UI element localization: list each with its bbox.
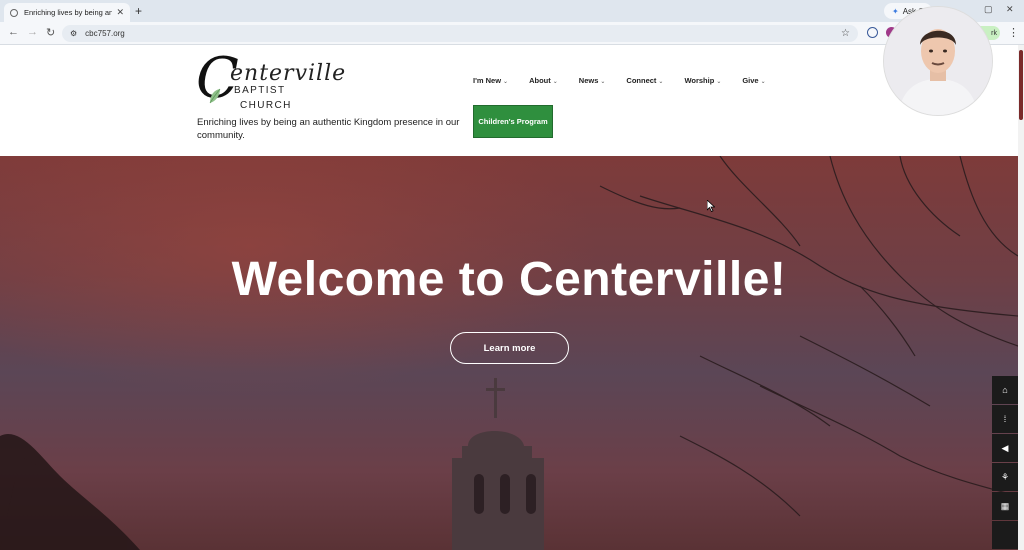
site-info-icon[interactable]: ⚙ <box>70 29 77 38</box>
megaphone-icon[interactable]: ◀ <box>992 434 1018 462</box>
nav-label: Worship <box>684 76 715 85</box>
chevron-down-icon: ⌄ <box>600 79 606 85</box>
calendar-icon[interactable]: ▦ <box>992 492 1018 520</box>
chevron-down-icon: ⌄ <box>552 79 558 85</box>
page-scrollbar[interactable] <box>1018 45 1024 550</box>
nav-label: Give <box>742 76 759 85</box>
site-tagline: Enriching lives by being an authentic Ki… <box>197 117 460 141</box>
hero-title: Welcome to Centerville! <box>231 253 787 306</box>
nav-item-worship[interactable]: Worship ⌄ <box>684 76 721 85</box>
childrens-program-button[interactable]: Children's Program <box>473 105 553 138</box>
bookmark-star-icon[interactable]: ☆ <box>841 28 850 39</box>
webcam-overlay <box>884 7 992 115</box>
nav-item-give[interactable]: Give ⌄ <box>742 76 765 85</box>
browser-tab-bar: Enriching lives by being an au... ✕ + ✦ … <box>0 0 1024 22</box>
url-text: cbc757.org <box>85 29 125 38</box>
chevron-down-icon: ⌄ <box>658 79 664 85</box>
chevron-down-icon: ⌄ <box>503 79 509 85</box>
nav-item-about[interactable]: About ⌄ <box>529 76 558 85</box>
close-window-icon[interactable]: ✕ <box>1006 4 1014 15</box>
chevron-down-icon: ⌄ <box>760 79 766 85</box>
nav-item-news[interactable]: News ⌄ <box>579 76 606 85</box>
nav-label: News <box>578 76 599 85</box>
address-bar[interactable]: ⚙ cbc757.org ☆ <box>62 25 858 42</box>
hands-icon[interactable]: ⚘ <box>992 463 1018 491</box>
browser-tab[interactable]: Enriching lives by being an au... ✕ <box>4 3 130 22</box>
scrollbar-thumb[interactable] <box>1019 50 1023 120</box>
extension-password-icon[interactable] <box>867 27 878 38</box>
mouse-cursor-icon <box>707 200 715 212</box>
quick-links-sidebar: ⌂ ⁞ ◀ ⚘ ▦ <box>992 376 1018 550</box>
logo-baptist-text: BAPTIST <box>234 85 286 96</box>
site-logo[interactable]: C enterville BAPTIST CHURCH <box>196 51 376 117</box>
main-nav: I'm New ⌄ About ⌄ News ⌄ Connect ⌄ Worship ⌄ … <box>473 76 766 85</box>
learn-more-button[interactable]: Learn more <box>450 332 569 364</box>
sidebar-extra-button[interactable] <box>992 521 1018 549</box>
site-favicon-icon <box>10 8 18 17</box>
tab-close-icon[interactable]: ✕ <box>116 7 124 18</box>
browser-toolbar: ← → ↻ ⚙ cbc757.org ☆ rk ⋮ <box>0 22 1024 45</box>
work-label: rk <box>991 29 997 37</box>
sparkle-icon: ✦ <box>892 6 899 16</box>
logo-church-text: CHURCH <box>240 100 292 111</box>
reload-icon[interactable]: ↻ <box>46 26 55 39</box>
browser-menu-icon[interactable]: ⋮ <box>1008 26 1019 39</box>
forward-arrow-icon[interactable]: → <box>27 26 38 38</box>
tab-title: Enriching lives by being an au... <box>24 8 113 17</box>
leaf-icon <box>209 88 221 104</box>
site-header: C enterville BAPTIST CHURCH Enriching li… <box>0 45 1018 156</box>
hero-section: Welcome to Centerville! Learn more <box>0 156 1018 550</box>
nav-label: I'm New <box>473 76 502 85</box>
person-avatar-icon <box>884 7 992 115</box>
nav-item-im-new[interactable]: I'm New ⌄ <box>473 76 508 85</box>
chevron-down-icon: ⌄ <box>716 79 722 85</box>
restore-window-icon[interactable]: ▢ <box>984 4 993 15</box>
nav-item-connect[interactable]: Connect ⌄ <box>626 76 663 85</box>
new-tab-button[interactable]: + <box>135 4 142 18</box>
footprints-icon[interactable]: ⁞ <box>992 405 1018 433</box>
nav-label: Connect <box>626 76 657 85</box>
home-icon[interactable]: ⌂ <box>992 376 1018 404</box>
back-arrow-icon[interactable]: ← <box>8 26 19 38</box>
logo-script-text: enterville <box>230 61 347 86</box>
nav-label: About <box>529 76 551 85</box>
